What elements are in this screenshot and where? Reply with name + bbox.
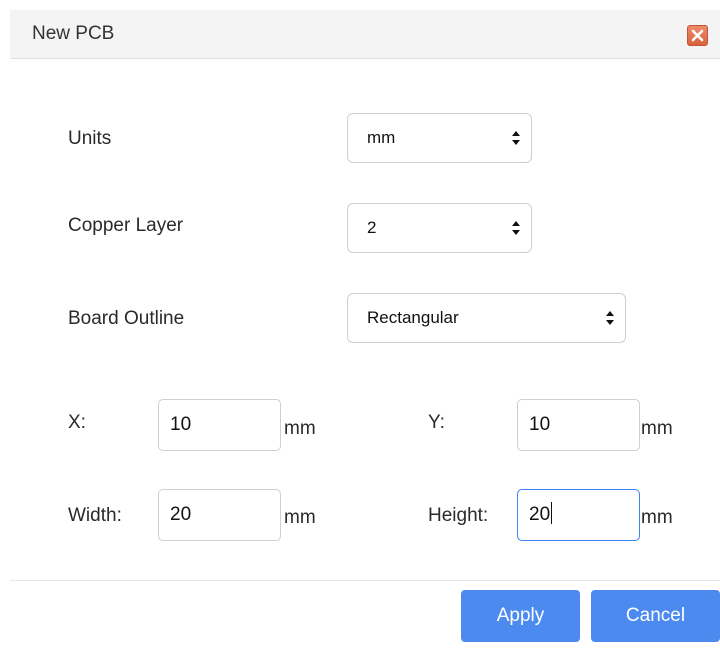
x-label: X: xyxy=(68,412,86,433)
width-input-value: 20 xyxy=(170,504,192,525)
units-label: Units xyxy=(68,128,112,149)
y-input-value: 10 xyxy=(529,414,551,435)
board-outline-select[interactable]: Rectangular xyxy=(347,293,626,343)
footer-divider xyxy=(10,580,720,581)
copper-layer-label: Copper Layer xyxy=(68,215,184,236)
close-button[interactable] xyxy=(687,25,708,46)
height-label: Height: xyxy=(428,505,489,526)
close-icon xyxy=(691,29,704,42)
height-input-value: 20 xyxy=(529,490,553,540)
select-arrows-icon xyxy=(512,221,520,235)
copper-layer-select[interactable]: 2 xyxy=(347,203,532,253)
x-input[interactable]: 10 xyxy=(158,399,281,451)
width-input[interactable]: 20 xyxy=(158,489,281,541)
copper-layer-select-value: 2 xyxy=(367,218,377,237)
height-unit: mm xyxy=(641,507,673,528)
board-outline-label: Board Outline xyxy=(68,308,185,329)
y-label: Y: xyxy=(428,412,445,433)
width-label: Width: xyxy=(68,505,122,526)
units-select-value: mm xyxy=(367,128,396,147)
apply-button[interactable]: Apply xyxy=(461,590,580,642)
height-input[interactable]: 20 xyxy=(517,489,640,541)
dialog-titlebar: New PCB xyxy=(10,10,720,59)
height-input-text: 20 xyxy=(529,504,551,525)
text-caret xyxy=(551,502,553,524)
x-unit: mm xyxy=(284,418,316,439)
units-select[interactable]: mm xyxy=(347,113,532,163)
dialog-title: New PCB xyxy=(32,23,115,44)
y-input[interactable]: 10 xyxy=(517,399,640,451)
x-input-value: 10 xyxy=(170,414,192,435)
y-unit: mm xyxy=(641,418,673,439)
width-unit: mm xyxy=(284,507,316,528)
new-pcb-dialog: New PCB Units mm Copper Layer 2 Board Ou… xyxy=(0,0,720,652)
board-outline-select-value: Rectangular xyxy=(367,308,459,327)
select-arrows-icon xyxy=(512,131,520,145)
cancel-button[interactable]: Cancel xyxy=(591,590,720,642)
select-arrows-icon xyxy=(606,311,614,325)
